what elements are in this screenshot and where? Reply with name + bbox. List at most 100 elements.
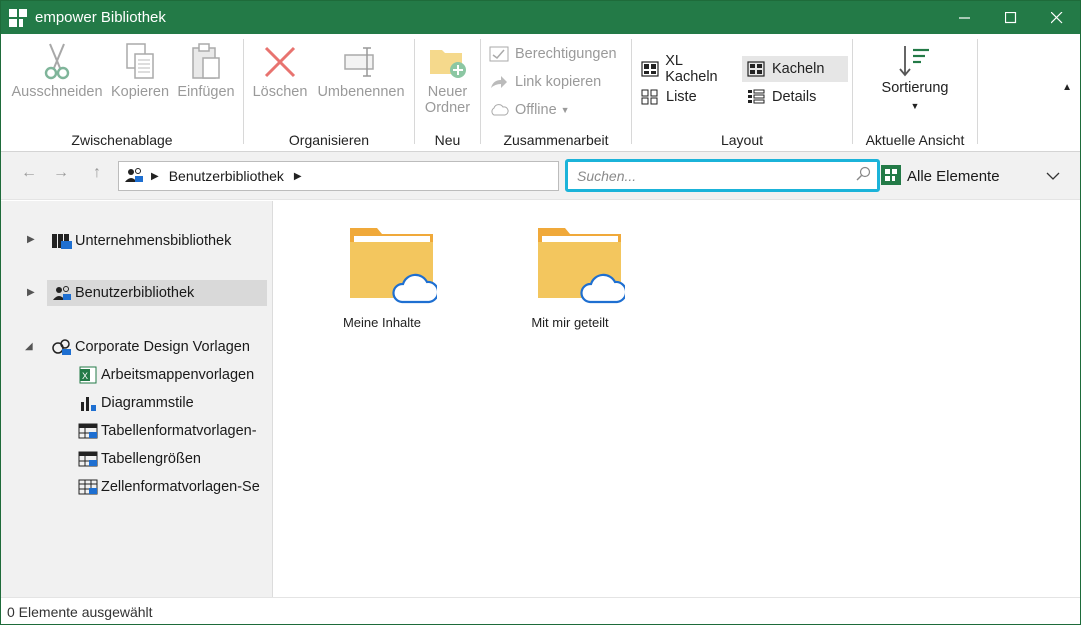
table-format-icon: [77, 421, 99, 441]
tree-item-chart-styles[interactable]: Diagrammstile: [77, 390, 272, 416]
tree-item-label: Zellenformatvorlagen-Se: [101, 479, 260, 495]
details-icon: [746, 88, 766, 106]
search-icon[interactable]: [855, 166, 871, 185]
breadcrumb-separator-icon: ▶: [151, 170, 159, 182]
tile-my-content[interactable]: Meine Inhalte: [307, 226, 457, 330]
paste-button[interactable]: Einfügen: [174, 40, 238, 100]
copy-link-label: Link kopieren: [515, 74, 602, 90]
group-label-clipboard: Zwischenablage: [71, 132, 173, 148]
company-library-icon: [51, 231, 73, 251]
group-view: Sortierung ▼ Aktuelle Ansicht: [853, 34, 977, 152]
sort-button[interactable]: Sortierung ▼: [871, 42, 959, 114]
status-bar: 0 Elemente ausgewählt: [1, 597, 1080, 624]
maximize-icon: [1005, 11, 1017, 23]
tree-item-workbook-templates[interactable]: X Arbeitsmappenvorlagen: [77, 362, 272, 388]
new-folder-label-2: Ordner: [424, 100, 471, 116]
details-button[interactable]: Details: [742, 84, 820, 110]
paste-icon: [174, 40, 238, 84]
expand-arrow-icon[interactable]: ▶: [27, 234, 35, 245]
tree-item-table-format-templates[interactable]: Tabellenformatvorlagen-: [77, 418, 272, 444]
content-area: Meine Inhalte Mit mir geteilt: [274, 201, 1080, 597]
copy-label: Kopieren: [110, 84, 170, 100]
list-label: Liste: [666, 89, 697, 105]
list-button[interactable]: Liste: [636, 84, 701, 110]
title-bar: empower Bibliothek: [1, 1, 1080, 34]
new-folder-label-1: Neuer: [427, 84, 468, 100]
app-window: empower Bibliothek Ausschneiden Kopieren…: [0, 0, 1081, 625]
maximize-button[interactable]: [988, 1, 1034, 34]
delete-x-icon: [250, 40, 310, 84]
tree-item-cell-format-templates[interactable]: Zellenformatvorlagen-Se: [77, 474, 272, 500]
status-text: 0 Elemente ausgewählt: [7, 603, 153, 620]
minimize-icon: [959, 16, 970, 19]
tree-item-corporate-design[interactable]: Corporate Design Vorlagen: [49, 334, 272, 360]
tree-item-company-library[interactable]: Unternehmensbibliothek: [49, 228, 267, 254]
tree-item-label: Benutzerbibliothek: [75, 285, 195, 301]
filter-dropdown[interactable]: Alle Elemente: [881, 161, 1066, 191]
ribbon: Ausschneiden Kopieren Einfügen Zwischena…: [1, 34, 1080, 152]
tree-item-label: Arbeitsmappenvorlagen: [101, 367, 255, 383]
tiles-label: Kacheln: [772, 61, 825, 77]
tile-shared-with-me[interactable]: Mit mir geteilt: [495, 226, 645, 330]
breadcrumb-chevron-icon[interactable]: ▶: [294, 171, 302, 182]
chart-style-icon: [77, 393, 99, 413]
address-bar-row: ← → ↑ ▶ Benutzerbibliothek ▶ Alle Elemen…: [1, 152, 1080, 200]
tree-item-label: Unternehmensbibliothek: [75, 233, 232, 249]
group-label-collab: Zusammenarbeit: [503, 132, 609, 148]
up-arrow-icon: ↑: [93, 164, 101, 181]
collapse-ribbon-button[interactable]: ▲: [1062, 82, 1072, 93]
offline-button[interactable]: Offline ▼: [485, 97, 574, 123]
tiles-icon: [746, 60, 766, 78]
group-collab: Berechtigungen Link kopieren Offline ▼ Z…: [481, 34, 631, 152]
permissions-button[interactable]: Berechtigungen: [485, 41, 621, 67]
tiles-button[interactable]: Kacheln: [742, 56, 848, 82]
tree-item-table-sizes[interactable]: Tabellengrößen: [77, 446, 272, 472]
permissions-icon: [489, 45, 509, 63]
tree-item-label: Tabellengrößen: [101, 451, 201, 467]
close-button[interactable]: [1034, 1, 1080, 34]
cut-button[interactable]: Ausschneiden: [10, 40, 104, 100]
breadcrumb-item-benutzerbibliothek[interactable]: Benutzerbibliothek: [169, 168, 284, 184]
forward-button[interactable]: →: [53, 164, 69, 182]
copy-button[interactable]: Kopieren: [108, 40, 172, 100]
corporate-design-icon: [51, 337, 73, 357]
group-new: Neuer Ordner Neu: [415, 34, 480, 152]
expand-arrow-icon[interactable]: ▶: [27, 287, 35, 298]
new-folder-button[interactable]: Neuer Ordner: [419, 40, 476, 116]
xl-tiles-button[interactable]: XL Kacheln: [636, 53, 740, 85]
copy-link-button[interactable]: Link kopieren: [485, 69, 605, 95]
excel-icon: X: [77, 365, 99, 385]
tree-item-user-library[interactable]: Benutzerbibliothek: [47, 280, 267, 306]
xl-tiles-icon: [640, 60, 659, 78]
user-library-icon: [123, 166, 145, 187]
close-icon: [1051, 11, 1063, 23]
paste-label: Einfügen: [177, 84, 235, 100]
minimize-button[interactable]: [942, 1, 988, 34]
list-icon: [640, 88, 660, 106]
back-button[interactable]: ←: [21, 164, 37, 182]
rename-button[interactable]: Umbenennen: [314, 40, 408, 100]
cloud-icon: [489, 101, 509, 119]
offline-label: Offline: [515, 102, 557, 118]
sort-icon: [871, 42, 959, 80]
collapse-arrow-icon[interactable]: ◢: [25, 341, 33, 352]
up-button[interactable]: ↑: [93, 164, 101, 182]
tile-label: Meine Inhalte: [342, 315, 422, 330]
svg-text:X: X: [82, 371, 88, 381]
delete-label: Löschen: [252, 84, 308, 100]
breadcrumb[interactable]: ▶ Benutzerbibliothek ▶: [118, 161, 559, 191]
rename-label: Umbenennen: [317, 84, 405, 100]
tile-label: Mit mir geteilt: [531, 315, 609, 330]
group-clipboard: Ausschneiden Kopieren Einfügen Zwischena…: [1, 34, 243, 152]
search-input[interactable]: [575, 166, 845, 185]
delete-button[interactable]: Löschen: [250, 40, 310, 100]
table-size-icon: [77, 449, 99, 469]
copy-icon: [108, 40, 172, 84]
filter-icon: [881, 164, 901, 188]
search-box: [565, 159, 880, 192]
details-label: Details: [772, 89, 817, 105]
tree-item-label: Corporate Design Vorlagen: [75, 339, 250, 355]
group-label-layout: Layout: [720, 132, 764, 148]
group-organize: Löschen Umbenennen Organisieren: [244, 34, 414, 152]
empower-logo-icon: [7, 7, 29, 29]
